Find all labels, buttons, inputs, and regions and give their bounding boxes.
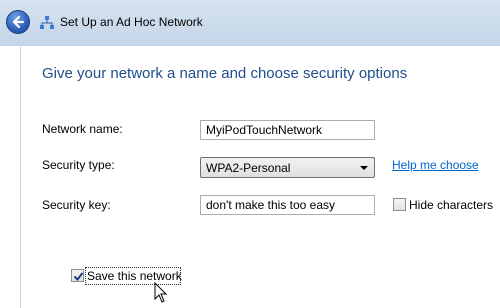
security-key-label: Security key:	[42, 198, 111, 212]
mouse-cursor-icon	[154, 282, 168, 303]
network-name-label: Network name:	[42, 122, 123, 136]
title-bar: Set Up an Ad Hoc Network	[0, 0, 500, 46]
checkmark-icon	[73, 272, 84, 282]
save-network-checkbox[interactable]	[71, 269, 84, 282]
security-type-label: Security type:	[42, 158, 115, 172]
dropdown-arrow-icon	[360, 166, 368, 170]
help-me-choose-link[interactable]: Help me choose	[392, 158, 479, 172]
hide-characters-checkbox[interactable]	[393, 198, 406, 211]
wizard-content: Give your network a name and choose secu…	[20, 46, 500, 308]
save-network-label: Save this network	[87, 269, 182, 283]
back-arrow-icon	[12, 15, 25, 29]
security-key-input[interactable]: don't make this too easy	[200, 195, 375, 215]
window-title: Set Up an Ad Hoc Network	[60, 15, 203, 29]
back-button[interactable]	[6, 10, 30, 34]
network-name-input[interactable]: MyiPodTouchNetwork	[200, 120, 375, 140]
page-heading: Give your network a name and choose secu…	[42, 65, 408, 82]
security-type-value: WPA2-Personal	[206, 161, 291, 175]
network-icon	[40, 16, 54, 29]
security-type-dropdown[interactable]: WPA2-Personal	[200, 157, 375, 178]
hide-characters-label: Hide characters	[409, 198, 494, 212]
